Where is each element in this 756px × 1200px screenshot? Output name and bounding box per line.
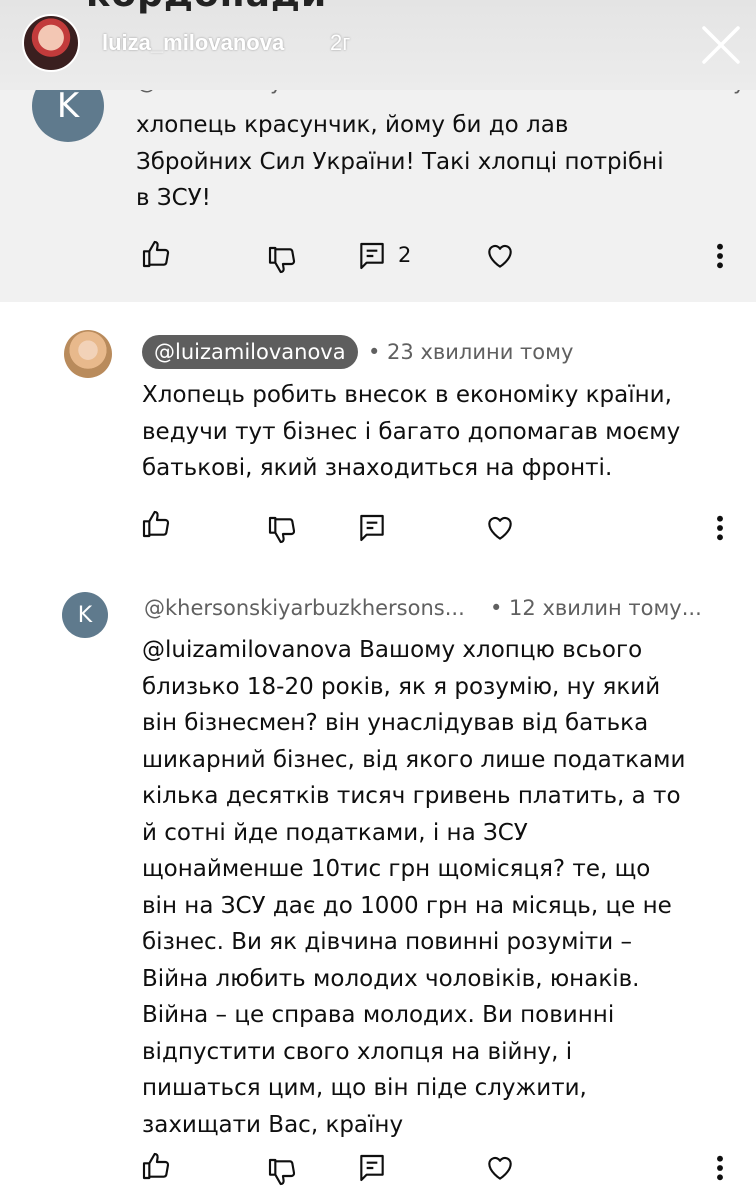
like-icon[interactable] bbox=[140, 1150, 172, 1182]
more-icon[interactable] bbox=[708, 240, 732, 272]
dislike-icon[interactable] bbox=[266, 514, 298, 546]
comment-time: • 12 хвилин тому... bbox=[490, 596, 702, 620]
story-header: кордонади luiza_milovanova 2г bbox=[0, 0, 756, 90]
heart-icon[interactable] bbox=[484, 512, 516, 544]
story-avatar[interactable] bbox=[22, 14, 80, 72]
dislike-icon[interactable] bbox=[266, 244, 298, 276]
heart-icon[interactable] bbox=[484, 1152, 516, 1184]
more-icon[interactable] bbox=[708, 1152, 732, 1184]
cut-off-caption: кордонади bbox=[86, 0, 327, 15]
comment-time: • 23 хвилини тому bbox=[368, 340, 574, 364]
reply-count[interactable]: 2 bbox=[398, 243, 411, 267]
story-time: 2г bbox=[330, 30, 351, 55]
comment-text: @luizamilovanova Вашому хлопцю всього бл… bbox=[142, 637, 686, 1138]
like-icon[interactable] bbox=[140, 508, 172, 540]
avatar[interactable]: K bbox=[62, 592, 108, 638]
close-icon[interactable] bbox=[696, 20, 746, 70]
comment-handle[interactable]: @khersonskiyarbuzkhersons... bbox=[144, 596, 465, 620]
reply-icon[interactable] bbox=[356, 1152, 388, 1184]
comment-text: хлопець красунчик, йому би до лав Збройн… bbox=[136, 112, 664, 211]
heart-icon[interactable] bbox=[484, 240, 516, 272]
more-icon[interactable] bbox=[708, 512, 732, 544]
reply-icon[interactable] bbox=[356, 512, 388, 544]
avatar[interactable] bbox=[64, 330, 112, 378]
story-username[interactable]: luiza_milovanova bbox=[102, 30, 284, 56]
reply-icon[interactable] bbox=[356, 240, 388, 272]
like-icon[interactable] bbox=[140, 238, 172, 270]
comment-text: Хлопець робить внесок в економіку країни… bbox=[142, 382, 681, 481]
comment-handle-pill[interactable]: @luizamilovanova bbox=[142, 335, 358, 369]
dislike-icon[interactable] bbox=[266, 1156, 298, 1188]
